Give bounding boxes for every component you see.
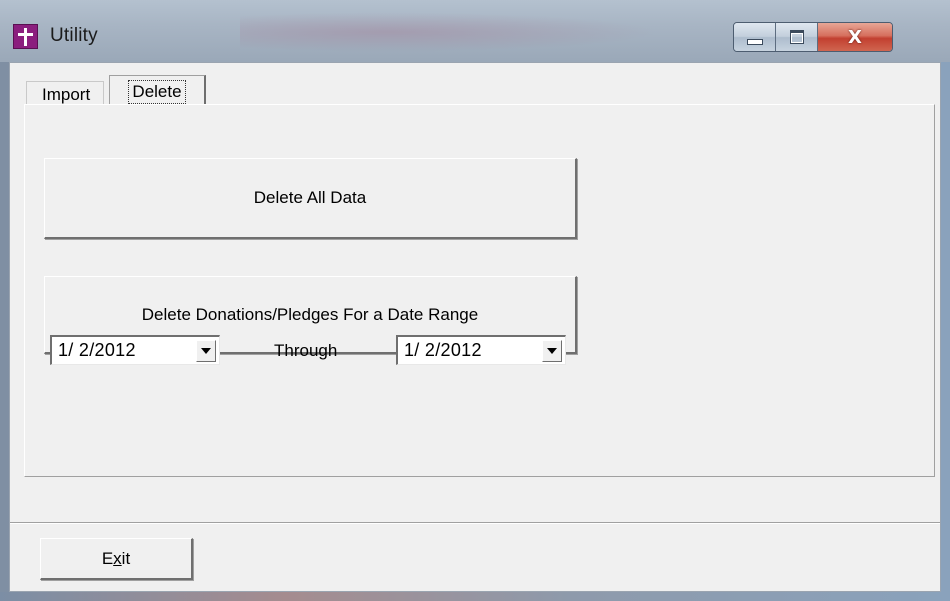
through-label: Through — [274, 341, 338, 360]
to-date-picker[interactable]: 1/ 2/2012 — [396, 335, 566, 365]
maximize-icon — [789, 30, 804, 44]
delete-all-data-button[interactable]: Delete All Data — [44, 158, 577, 239]
tab-delete[interactable]: Delete — [109, 75, 206, 107]
close-button[interactable]: X — [818, 23, 892, 51]
to-date-dropdown-button[interactable] — [542, 339, 562, 362]
delete-all-data-label: Delete All Data — [253, 188, 367, 207]
titlebar-background — [240, 12, 660, 52]
exit-label: Exit — [102, 549, 130, 569]
delete-date-range-label: Delete Donations/Pledges For a Date Rang… — [141, 304, 479, 324]
minimize-button[interactable] — [734, 23, 776, 51]
window-bottom-border — [0, 592, 950, 601]
from-date-value: 1/ 2/2012 — [58, 340, 136, 360]
exit-label-mnemonic: x — [113, 548, 122, 568]
chevron-down-icon — [547, 347, 557, 354]
from-date-dropdown-button[interactable] — [196, 339, 216, 362]
from-date-picker[interactable]: 1/ 2/2012 — [50, 335, 220, 365]
client-area: Import Delete Delete All Data Delete Don… — [9, 62, 941, 592]
window-title: Utility — [50, 25, 98, 46]
exit-label-suffix: it — [121, 548, 131, 568]
title-bar[interactable]: Utility X — [0, 0, 950, 62]
exit-button[interactable]: Exit — [40, 538, 193, 580]
minimize-icon — [746, 39, 763, 45]
footer-separator — [10, 522, 940, 524]
exit-label-prefix: E — [101, 548, 114, 568]
tab-delete-label: Delete — [128, 79, 186, 104]
utility-window: Utility X Import Delete Delete All Data — [0, 0, 950, 601]
tab-import-label: Import — [42, 84, 91, 104]
close-icon: X — [848, 26, 862, 48]
cross-icon[interactable] — [13, 24, 38, 49]
chevron-down-icon — [201, 347, 211, 354]
maximize-button[interactable] — [776, 23, 818, 51]
to-date-value: 1/ 2/2012 — [404, 340, 482, 360]
window-controls: X — [733, 22, 893, 52]
